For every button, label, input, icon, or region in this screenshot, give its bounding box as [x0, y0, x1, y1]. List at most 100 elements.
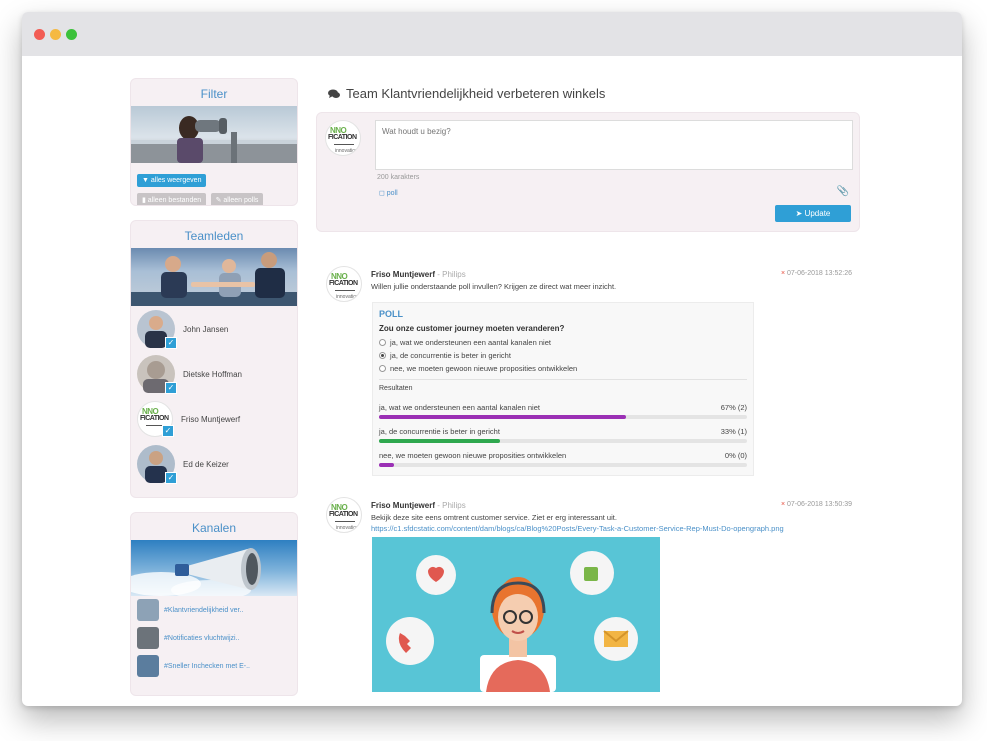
filter-title: Filter — [200, 87, 228, 101]
poll-option[interactable]: ja, de concurrentie is beter in gericht — [379, 351, 511, 360]
post-text: Willen jullie onderstaande poll invullen… — [371, 282, 617, 291]
logo-line-3: innovation — [336, 525, 359, 531]
filter-polls-button[interactable]: ✎ alleen polls — [210, 193, 264, 205]
post-time: × 07-06-2018 13:52:26 — [781, 270, 852, 277]
filter-all-button[interactable]: ▼ alles weergeven — [137, 174, 207, 187]
poll-heading: POLL — [379, 309, 403, 319]
filter-files-button[interactable]: ▮ alleen bestanden — [137, 193, 207, 205]
browser-window: Filter ▼ alles weergeven ▮ alleen bestan… — [22, 12, 962, 706]
author-name[interactable]: Friso Muntjewerf — [371, 501, 435, 510]
delete-icon[interactable]: × — [781, 501, 785, 508]
page-title-text: Team Klantvriendelijkheid verbeteren win… — [346, 86, 606, 101]
avatar: NNO FICATION innovation — [326, 497, 362, 533]
poll-result: ja, de concurrentie is beter in gericht … — [379, 427, 747, 443]
minimize-window-button[interactable] — [50, 29, 61, 40]
compose-box: NNO FICATION innovation 200 karakters ◻ … — [316, 112, 860, 232]
result-bar-fill — [379, 415, 626, 419]
channels-image — [131, 540, 297, 596]
team-member[interactable]: ✓ John Jansen — [131, 307, 297, 351]
result-label: ja, de concurrentie is beter in gericht — [379, 427, 500, 436]
member-name: John Jansen — [183, 324, 229, 334]
channel-label: #Notificaties vluchtwijzi.. — [164, 634, 240, 642]
team-member[interactable]: ✓ Ed de Keizer — [131, 442, 297, 486]
avatar: NNO FICATION innovation — [326, 266, 362, 302]
poll-option-label: ja, wat we ondersteunen een aantal kanal… — [390, 338, 551, 347]
result-bar-track — [379, 415, 747, 419]
avatar: ✓ — [137, 310, 177, 349]
logo-line-2: FICATION — [329, 511, 358, 518]
poll-result: ja, wat we ondersteunen een aantal kanal… — [379, 403, 747, 419]
post-text: Bekijk deze site eens omtrent customer s… — [371, 513, 617, 522]
result-label: nee, we moeten gewoon nieuwe proposities… — [379, 451, 567, 460]
zoom-window-button[interactable] — [66, 29, 77, 40]
avatar: NNO FICATION innovation — [325, 120, 361, 156]
char-count: 200 karakters — [377, 174, 420, 181]
post-author: Friso Muntjewerf - Philips — [371, 501, 466, 510]
post-author: Friso Muntjewerf - Philips — [371, 270, 466, 279]
post-link[interactable]: https://c1.sfdcstatic.com/content/dam/bl… — [371, 524, 784, 533]
author-org: - Philips — [435, 270, 466, 279]
update-button[interactable]: ➤ Update — [775, 205, 851, 222]
radio-button[interactable] — [379, 352, 386, 359]
result-value: 33% (1) — [720, 427, 747, 436]
post-timestamp: 07-06-2018 13:52:26 — [787, 270, 852, 277]
result-label: ja, wat we ondersteunen een aantal kanal… — [379, 403, 540, 412]
radio-button[interactable] — [379, 365, 386, 372]
logo-line-2: FICATION — [329, 280, 358, 287]
avatar: ✓ — [137, 445, 177, 484]
author-name[interactable]: Friso Muntjewerf — [371, 270, 435, 279]
channel-thumbnail — [137, 599, 159, 621]
team-panel: Teamleden ✓ John Jansen ✓ Dietske Hoffma… — [130, 220, 298, 498]
avatar: ✓ — [137, 355, 177, 394]
logo-line-2: FICATION — [140, 415, 169, 422]
poll-option[interactable]: nee, we moeten gewoon nieuwe proposities… — [379, 364, 577, 373]
filter-polls-label: alleen polls — [223, 197, 259, 204]
channels-panel: Kanalen #Klantvriendelijkheid ver.. #Not… — [130, 512, 298, 696]
result-bar-fill — [379, 439, 501, 443]
team-member[interactable]: NNO FICATION ✓ Friso Muntjewerf — [131, 397, 297, 441]
channel-item[interactable]: #Sneller Inchecken met E-.. — [131, 652, 297, 680]
result-bar-track — [379, 463, 747, 467]
status-input[interactable] — [375, 120, 853, 170]
page-title: Team Klantvriendelijkheid verbeteren win… — [328, 86, 605, 101]
poll-result: nee, we moeten gewoon nieuwe proposities… — [379, 451, 747, 467]
result-value: 67% (2) — [720, 403, 747, 412]
channels-title: Kanalen — [191, 521, 237, 535]
channel-item[interactable]: #Klantvriendelijkheid ver.. — [131, 596, 297, 624]
channel-item[interactable]: #Notificaties vluchtwijzi.. — [131, 624, 297, 652]
close-window-button[interactable] — [34, 29, 45, 40]
add-poll-button[interactable]: ◻ poll — [379, 189, 398, 197]
result-value: 0% (0) — [724, 451, 747, 460]
paperclip-icon[interactable]: 📎 — [837, 186, 849, 197]
filter-image — [131, 106, 297, 163]
poll-question: Zou onze customer journey moeten verande… — [379, 324, 565, 333]
poll-option-label: ja, de concurrentie is beter in gericht — [390, 351, 511, 360]
verified-icon: ✓ — [162, 425, 174, 437]
filter-panel: Filter ▼ alles weergeven ▮ alleen bestan… — [130, 78, 298, 206]
team-member[interactable]: ✓ Dietske Hoffman — [131, 352, 297, 396]
channel-label: #Klantvriendelijkheid ver.. — [164, 606, 244, 614]
channel-thumbnail — [137, 655, 159, 677]
team-image — [131, 248, 297, 306]
poll-card: POLL Zou onze customer journey moeten ve… — [372, 302, 754, 476]
result-bar-fill — [379, 463, 394, 467]
logo-line-2: FICATION — [328, 134, 357, 141]
member-name: Friso Muntjewerf — [181, 414, 241, 424]
channel-thumbnail — [137, 627, 159, 649]
member-name: Dietske Hoffman — [183, 369, 242, 379]
avatar: NNO FICATION ✓ — [137, 401, 174, 437]
add-poll-label: poll — [386, 190, 398, 197]
filter-all-label: alles weergeven — [150, 177, 202, 184]
logo-line-3: innovation — [335, 148, 358, 154]
verified-icon: ✓ — [165, 382, 177, 394]
update-label: Update — [804, 209, 831, 218]
radio-button[interactable] — [379, 339, 386, 346]
comments-icon — [328, 89, 340, 98]
team-title: Teamleden — [184, 229, 244, 243]
author-org: - Philips — [435, 501, 466, 510]
post-image[interactable] — [372, 537, 660, 692]
verified-icon: ✓ — [165, 472, 177, 484]
channel-label: #Sneller Inchecken met E-.. — [164, 662, 250, 670]
delete-icon[interactable]: × — [781, 270, 785, 277]
poll-option[interactable]: ja, wat we ondersteunen een aantal kanal… — [379, 338, 551, 347]
